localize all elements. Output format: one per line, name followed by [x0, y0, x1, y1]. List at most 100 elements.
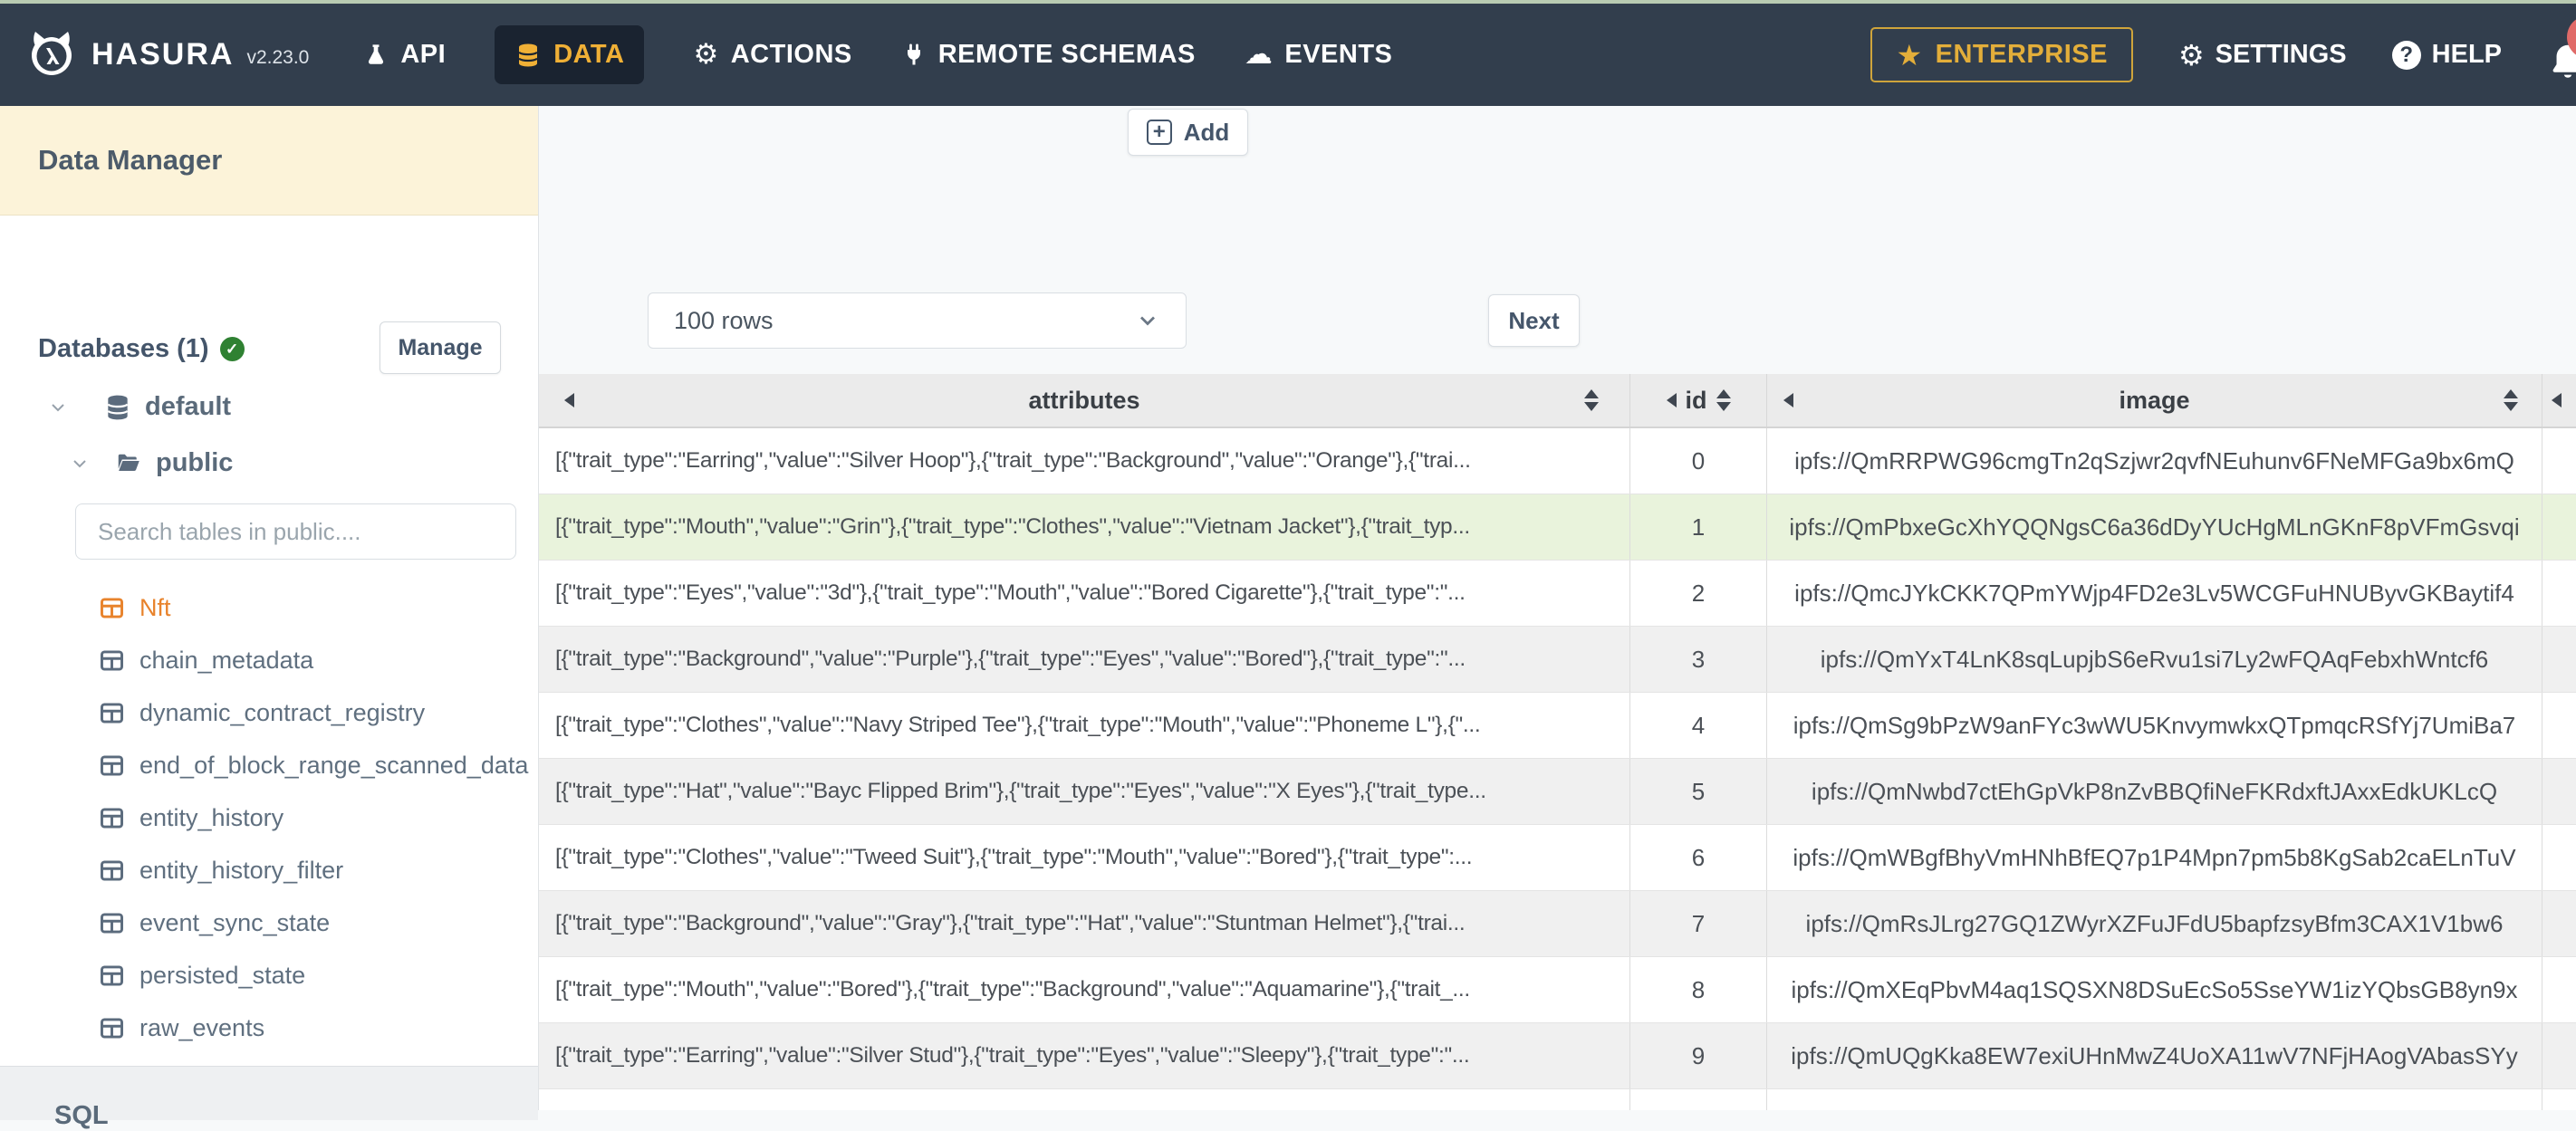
column-header-image[interactable]: image: [1766, 374, 2542, 427]
table-row: [{"trait_type":"Background","value":"Pur…: [539, 627, 2576, 693]
sql-section-link[interactable]: SQL: [54, 1101, 109, 1131]
sidebar: Data Manager Databases (1) ✓ Manage defa…: [0, 106, 539, 1130]
table-name: persisted_state: [139, 961, 306, 989]
notifications-button[interactable]: 8: [2547, 14, 2576, 82]
sidebar-table-item[interactable]: persisted_state: [0, 949, 538, 1002]
sidebar-table-item[interactable]: chain_metadata: [0, 634, 538, 686]
cell-attributes: [{"trait_type":"Earring","value":"Silver…: [555, 448, 1471, 473]
table-header-row: attributes id image: [539, 374, 2576, 428]
next-page-button[interactable]: Next: [1488, 294, 1580, 347]
table-row: [{"trait_type":"Earring","value":"Silver…: [539, 1023, 2576, 1089]
nav-item-label: DATA: [553, 40, 625, 69]
nav-item[interactable]: ⚙ ACTIONS: [693, 25, 851, 84]
databases-label: Databases (1) ✓: [38, 334, 245, 364]
database-icon: [514, 42, 542, 69]
column-header-attributes[interactable]: attributes: [539, 374, 1629, 427]
cell-id: 7: [1629, 891, 1766, 956]
brand-block[interactable]: HASURA v2.23.0: [0, 26, 309, 84]
cell-id: 5: [1629, 759, 1766, 824]
top-navbar: HASURA v2.23.0 API DATA ⚙ ACTIONS REMOTE…: [0, 4, 2576, 106]
sidebar-table-item[interactable]: raw_events: [0, 1002, 538, 1054]
cell-image: ipfs://QmNwbd7ctEhGpVkP8nZvBBQfiNeFKRdxf…: [1766, 759, 2542, 824]
main-content: + Add 100 rows Next attributes id image …: [539, 106, 2576, 1110]
cell-image: ipfs://QmRsJLrg27GQ1ZWyrXZFuJFdU5bapfzsy…: [1766, 891, 2542, 956]
sidebar-table-item[interactable]: entity_history_filter: [0, 844, 538, 896]
collapse-column-icon[interactable]: [564, 393, 574, 407]
cell-partial: [2542, 825, 2576, 890]
question-icon: ?: [2391, 40, 2421, 70]
table-row: [{"trait_type":"Earring","value":"Silver…: [539, 428, 2576, 494]
table-name: entity_history: [139, 803, 284, 831]
collapse-column-icon[interactable]: [1666, 393, 1677, 407]
table-row: [{"trait_type":"Eyes","value":"3d"},{"tr…: [539, 561, 2576, 627]
cell-image: ipfs://QmUQgKka8EW7exiUHnMwZ4UoXA11wV7NF…: [1766, 1023, 2542, 1088]
table-icon: [96, 858, 127, 883]
folder-open-icon: [114, 450, 143, 477]
table-name: Nft: [139, 593, 171, 621]
tree-node-database[interactable]: default: [47, 392, 231, 422]
chevron-down-icon[interactable]: [47, 397, 69, 418]
sidebar-table-item[interactable]: end_of_block_range_scanned_data: [0, 739, 538, 791]
table-row: [{"trait_type":"Hat","value":"Bayc Flipp…: [539, 759, 2576, 825]
nav-item[interactable]: API: [363, 25, 446, 84]
table-row-partial: [539, 1089, 2576, 1110]
enterprise-label: ENTERPRISE: [1935, 40, 2108, 69]
table-name: chain_metadata: [139, 646, 314, 674]
rows-per-page-select[interactable]: 100 rows: [648, 292, 1187, 349]
tree-node-schema[interactable]: public: [69, 448, 233, 478]
check-circle-icon: ✓: [219, 337, 245, 361]
table-icon: [96, 963, 127, 988]
cell-partial: [2542, 1023, 2576, 1088]
cell-partial: [2542, 428, 2576, 494]
nav-item[interactable]: REMOTE SCHEMAS: [901, 25, 1196, 84]
gear-icon: ⚙: [693, 38, 719, 71]
add-row-button[interactable]: + Add: [1128, 109, 1248, 156]
settings-button[interactable]: ⚙ SETTINGS: [2178, 40, 2347, 70]
search-tables-input[interactable]: [75, 503, 516, 560]
nav-item-label: API: [400, 40, 447, 69]
cell-id: 3: [1629, 627, 1766, 692]
table-name: raw_events: [139, 1013, 265, 1041]
cell-attributes: [{"trait_type":"Hat","value":"Bayc Flipp…: [555, 779, 1486, 803]
sidebar-table-item[interactable]: event_sync_state: [0, 896, 538, 949]
nav-item[interactable]: ☁ EVENTS: [1245, 25, 1393, 84]
table-icon: [96, 596, 127, 620]
rows-per-page-value: 100 rows: [674, 306, 774, 334]
help-label: HELP: [2431, 40, 2502, 69]
nav-item[interactable]: DATA: [495, 25, 645, 84]
table-icon: [96, 701, 127, 725]
page-title: Data Manager: [38, 144, 223, 176]
help-button[interactable]: ? HELP: [2391, 40, 2502, 70]
chevron-down-icon[interactable]: [69, 453, 91, 474]
cell-attributes: [{"trait_type":"Clothes","value":"Tweed …: [555, 845, 1473, 869]
cell-image: ipfs://QmPbxeGcXhYQQNgsC6a36dDyYUcHgMLnG…: [1766, 494, 2542, 560]
table-row: [{"trait_type":"Mouth","value":"Bored"},…: [539, 957, 2576, 1023]
cell-partial: [2542, 693, 2576, 758]
sidebar-table-item[interactable]: dynamic_contract_registry: [0, 686, 538, 739]
table-row: [{"trait_type":"Clothes","value":"Tweed …: [539, 825, 2576, 891]
column-header-id[interactable]: id: [1629, 374, 1766, 427]
table-name: end_of_block_range_scanned_data: [139, 751, 529, 779]
cell-partial: [2542, 957, 2576, 1022]
table-name: entity_history_filter: [139, 856, 344, 884]
enterprise-button[interactable]: ★ ENTERPRISE: [1870, 27, 2133, 82]
table-name: event_sync_state: [139, 908, 331, 936]
collapse-column-icon[interactable]: [2552, 393, 2562, 407]
brand-name: HASURA: [91, 37, 235, 72]
cell-attributes: [{"trait_type":"Mouth","value":"Grin"},{…: [555, 514, 1470, 539]
sidebar-table-item[interactable]: Nft: [0, 581, 538, 634]
cell-attributes: [{"trait_type":"Clothes","value":"Navy S…: [555, 713, 1481, 737]
cell-id: 2: [1629, 561, 1766, 626]
cell-attributes: [{"trait_type":"Earring","value":"Silver…: [555, 1043, 1470, 1068]
cell-partial: [2542, 561, 2576, 626]
plug-icon: [901, 43, 927, 68]
manage-button[interactable]: Manage: [380, 321, 501, 374]
database-icon: [103, 393, 132, 422]
cell-image: ipfs://QmXEqPbvM4aq1SQSXN8DSuEcSo5SseYW1…: [1766, 957, 2542, 1022]
collapse-column-icon[interactable]: [1783, 393, 1793, 407]
cell-id: 4: [1629, 693, 1766, 758]
cell-partial: [2542, 627, 2576, 692]
sidebar-header: Data Manager: [0, 106, 538, 216]
sidebar-table-item[interactable]: entity_history: [0, 791, 538, 844]
column-header-partial[interactable]: [2542, 374, 2576, 427]
